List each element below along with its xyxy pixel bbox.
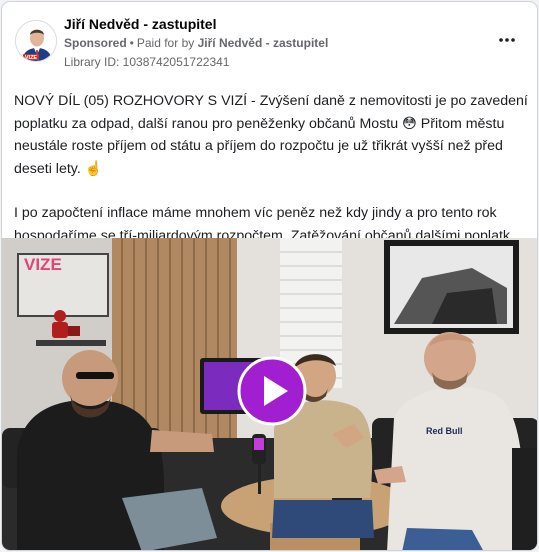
wall-logo-text: VIZE xyxy=(24,255,62,274)
paid-for-prefix: Paid for by xyxy=(136,36,195,50)
paid-for-name[interactable]: Jiří Nedvěd - zastupitel xyxy=(198,36,329,50)
ad-header: VIZE Jiří Nedvěd - zastupitel Sponsored •… xyxy=(2,2,537,78)
avatar[interactable]: VIZE xyxy=(15,20,57,62)
body-paragraph-1: NOVÝ DÍL (05) ROZHOVORY S VIZÍ - Zvýšení… xyxy=(14,93,528,177)
author-name[interactable]: Jiří Nedvěd - zastupitel xyxy=(64,16,216,32)
hoodie-text: Red Bull xyxy=(426,426,463,436)
more-horizontal-icon xyxy=(499,38,515,42)
video-player[interactable]: VIZE Red Bull xyxy=(2,238,537,550)
sponsored-meta: Sponsored • Paid for by Jiří Nedvěd - zast… xyxy=(64,36,328,50)
avatar-portrait: VIZE xyxy=(16,21,56,61)
sponsored-label: Sponsored xyxy=(64,36,127,50)
play-icon xyxy=(237,356,307,426)
avatar-badge-text: VIZE xyxy=(25,55,38,61)
ad-card: VIZE Jiří Nedvěd - zastupitel Sponsored •… xyxy=(1,1,538,551)
library-id: Library ID: 1038742051722341 xyxy=(64,55,230,69)
ad-body-text: NOVÝ DÍL (05) ROZHOVORY S VIZÍ - Zvýšení… xyxy=(14,90,530,247)
more-options-button[interactable] xyxy=(493,30,521,50)
meta-separator: • xyxy=(129,36,134,50)
body-paragraph-2-line-1: I po započtení inflace máme mnohem víc p… xyxy=(14,205,497,221)
play-button[interactable] xyxy=(237,356,307,426)
